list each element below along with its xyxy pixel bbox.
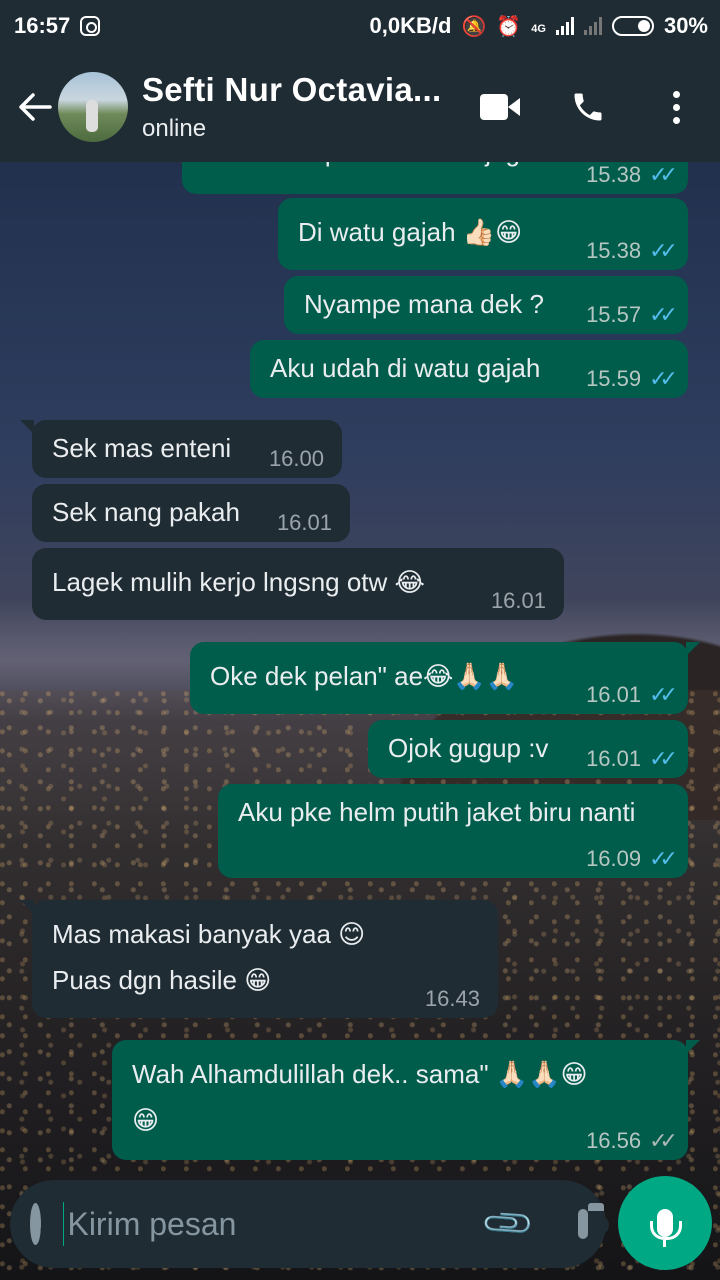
video-call-icon <box>480 94 520 120</box>
message-time: 15.59 <box>586 366 642 391</box>
instagram-icon <box>80 16 101 36</box>
message-bubble[interactable]: Sek nang pakah 16.01 <box>32 484 350 542</box>
read-ticks-icon: ✓✓ <box>649 302 678 327</box>
message-text: Oke dek pelan" ae😂🙏🏻🙏🏻 <box>210 661 519 691</box>
read-ticks-icon: ✓✓ <box>649 846 678 871</box>
voice-message-button[interactable] <box>618 1176 712 1270</box>
message-bubble[interactable]: Nyampe mana dek ? 15.57 ✓✓ <box>284 276 688 334</box>
composer: 📎 <box>10 1180 610 1268</box>
read-ticks-icon: ✓✓ <box>649 238 678 263</box>
read-ticks-icon: ✓✓ <box>649 746 678 771</box>
message-list[interactable]: Ok dek siap aku tak otw juga 15.38 ✓✓ Di … <box>0 162 720 1170</box>
phone-icon <box>574 93 602 121</box>
message-bubble[interactable]: Mas makasi banyak yaa 😊 Puas dgn hasile … <box>20 900 498 1018</box>
chat-header: Sefti Nur Octavia... online <box>0 52 720 162</box>
net-speed: 0,0KB/d <box>369 13 452 38</box>
message-text: Wah Alhamdulillah dek.. sama" 🙏🏻🙏🏻😁 <box>132 1059 588 1089</box>
read-ticks-icon: ✓✓ <box>649 162 678 187</box>
mic-icon <box>650 1209 682 1247</box>
message-text-line2: 😁 <box>132 1105 160 1135</box>
camera-icon[interactable] <box>577 1203 610 1239</box>
message-time: 16.09 <box>586 846 642 871</box>
message-time: 16.01 <box>586 682 642 707</box>
message-text: Nyampe mana dek ? <box>304 289 544 319</box>
message-bubble[interactable]: Di watu gajah 👍🏻😁 15.38 ✓✓ <box>278 198 688 270</box>
mute-icon: 🔕 <box>461 15 487 38</box>
message-text: Aku udah di watu gajah <box>270 353 541 383</box>
message-time: 16.01 <box>586 746 642 771</box>
message-text: Aku pke helm putih jaket biru nanti <box>238 797 636 827</box>
network-type: 4G <box>531 23 546 35</box>
message-time: 16.00 <box>268 446 324 471</box>
text-cursor <box>62 1202 64 1246</box>
contact-info[interactable]: Sefti Nur Octavia... online <box>142 71 456 143</box>
message-time: 16.56 <box>586 1128 642 1153</box>
message-bubble[interactable]: Oke dek pelan" ae😂🙏🏻🙏🏻 16.01 ✓✓ <box>190 642 700 714</box>
message-input[interactable] <box>67 1205 488 1243</box>
read-ticks-icon: ✓✓ <box>649 366 678 391</box>
message-text: Lagek mulih kerjo lngsng otw 😂 <box>52 567 425 597</box>
message-bubble[interactable]: Ok dek siap aku tak otw juga 15.38 ✓✓ <box>182 162 688 194</box>
battery-percent: 30% <box>663 13 708 38</box>
message-bubble[interactable]: Aku pke helm putih jaket biru nanti 16.0… <box>218 784 688 878</box>
message-bubble[interactable]: Ojok gugup :v 16.01 ✓✓ <box>368 720 688 778</box>
read-ticks-icon: ✓✓ <box>649 682 678 707</box>
message-text: Ojok gugup :v <box>388 733 549 763</box>
message-time: 15.38 <box>586 238 642 263</box>
more-icon <box>672 90 680 124</box>
message-time: 15.57 <box>586 302 642 327</box>
video-call-button[interactable] <box>456 52 544 162</box>
clock: 16:57 <box>14 13 71 38</box>
battery-icon <box>611 16 654 36</box>
alarm-icon: ⏰ <box>496 15 522 38</box>
emoji-icon[interactable] <box>30 1203 62 1245</box>
message-text-line2: Puas dgn hasile 😁 <box>52 965 272 995</box>
message-text: Di watu gajah 👍🏻😁 <box>298 217 523 247</box>
message-bubble[interactable]: Sek mas enteni 16.00 <box>20 420 342 478</box>
voice-call-button[interactable] <box>544 52 632 162</box>
message-bubble[interactable]: Wah Alhamdulillah dek.. sama" 🙏🏻🙏🏻😁 😁 16… <box>112 1040 700 1160</box>
attach-icon[interactable]: 📎 <box>480 1195 538 1253</box>
signal-icon <box>555 17 574 35</box>
message-time: 16.01 <box>490 588 546 613</box>
contact-status: online <box>142 115 207 142</box>
message-bubble[interactable]: Aku udah di watu gajah 15.59 ✓✓ <box>250 340 688 398</box>
delivered-ticks-icon: ✓✓ <box>649 1128 678 1153</box>
avatar[interactable] <box>58 72 128 142</box>
message-time: 16.43 <box>424 986 480 1011</box>
message-text: Sek nang pakah <box>52 497 240 527</box>
signal-2-icon <box>583 17 602 35</box>
contact-name: Sefti Nur Octavia... <box>142 71 442 108</box>
message-text: Sek mas enteni <box>52 433 232 463</box>
back-arrow-icon[interactable] <box>0 52 64 162</box>
more-options-button[interactable] <box>632 52 720 162</box>
status-bar: 16:57 0,0KB/d 🔕 ⏰ 4G 30% <box>0 0 720 52</box>
message-text: Mas makasi banyak yaa 😊 <box>52 919 366 949</box>
message-time: 16.01 <box>276 510 332 535</box>
message-bubble[interactable]: Lagek mulih kerjo lngsng otw 😂 16.01 <box>32 548 564 620</box>
message-time: 15.38 <box>586 162 642 187</box>
message-text: Ok dek siap aku tak otw juga <box>202 162 534 174</box>
